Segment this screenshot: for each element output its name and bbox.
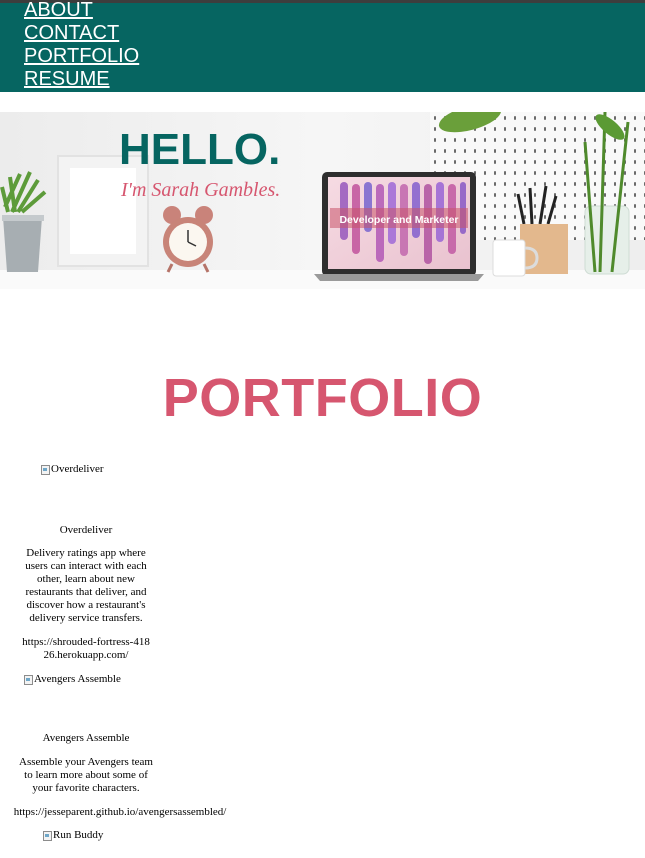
project-url[interactable]: https://jesseparent.github.io/avengersas… [12,806,228,819]
broken-image-icon [24,674,33,685]
portfolio-heading: PORTFOLIO [162,368,483,428]
project-url[interactable]: https://shrouded-fortress-41826.herokuap… [22,636,150,662]
hero-banner: HELLO. I'm Sarah Gambles. Developer and … [0,112,645,289]
broken-image-icon [43,830,52,841]
banner-name-text: I'm Sarah Gambles. [120,179,280,201]
project-image-broken: Overdeliver [41,463,104,476]
banner-hello-text: HELLO. [119,125,280,174]
project-image-alt: Run Buddy [53,829,104,841]
broken-image-icon [41,464,50,475]
project-title: Overdeliver [59,524,113,536]
nav-link-about[interactable]: ABOUT [24,0,93,22]
project-image-broken: Run Buddy [43,829,103,842]
nav-link-contact[interactable]: CONTACT [24,22,119,45]
nav-link-portfolio[interactable]: PORTFOLIO [24,45,139,68]
nav-link-resume[interactable]: RESUME [24,68,110,91]
site-header: ABOUT CONTACT PORTFOLIO RESUME [0,0,645,92]
project-description: Delivery ratings app where users can int… [25,547,147,624]
project-image-alt: Avengers Assemble [34,673,121,685]
project-image-alt: Overdeliver [51,463,104,475]
project-title: Avengers Assemble [42,732,130,744]
project-image-broken: Avengers Assemble [24,673,121,686]
laptop-screen-caption: Developer and Marketer [339,214,458,226]
project-description: Assemble your Avengers team to learn mor… [19,756,153,794]
laptop: Developer and Marketer [314,172,484,281]
